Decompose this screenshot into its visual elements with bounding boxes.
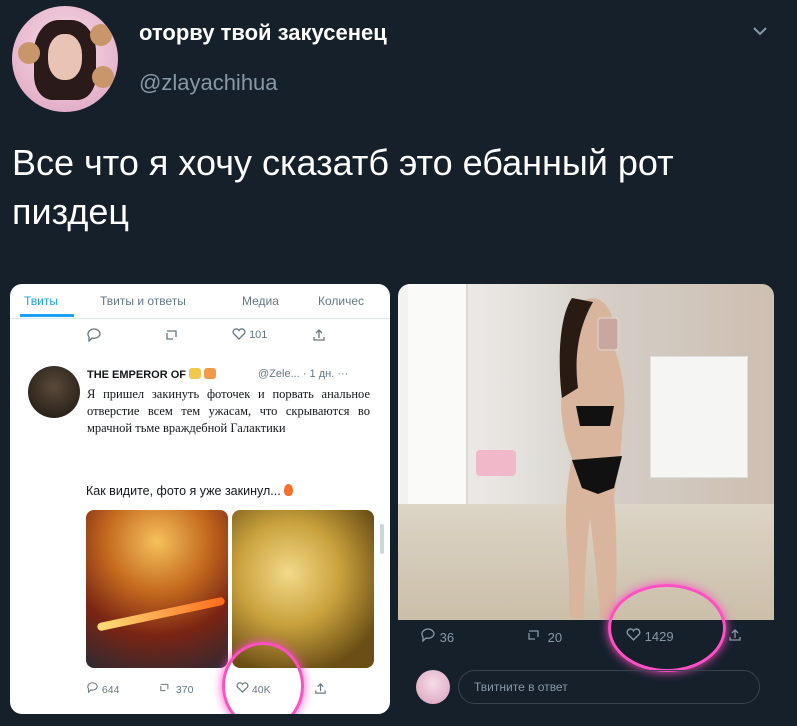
retweet-icon — [528, 630, 539, 640]
reply-placeholder: Твитните в ответ — [474, 680, 568, 694]
sticker-icon — [90, 24, 112, 46]
chevron-down-icon[interactable] — [751, 22, 769, 40]
reply-icon[interactable] — [86, 328, 102, 342]
sticker-icon — [18, 42, 40, 64]
embedded-time[interactable]: · 1 дн. — [303, 368, 334, 380]
reply-count: 36 — [439, 630, 455, 645]
tweet-text: Все что я хочу сказатб это ебанный рот п… — [12, 142, 674, 232]
tab-tweets[interactable]: Твиты — [24, 294, 58, 308]
share-icon[interactable] — [314, 682, 327, 695]
retweet-count: 370 — [175, 684, 194, 696]
profile-tabs: Твиты Твиты и ответы Медиа Количес — [10, 284, 390, 319]
share-icon[interactable] — [728, 628, 742, 642]
embedded-author-name[interactable]: THE EMPEROR OF — [87, 368, 217, 381]
embedded-caption: Как видите, фото я уже закинул... — [86, 484, 294, 498]
tab-likes[interactable]: Количес — [318, 294, 364, 308]
reply-icon — [421, 628, 435, 643]
like-button[interactable]: 101 — [232, 328, 267, 343]
highlight-circle — [608, 584, 726, 672]
sticker-icon — [92, 66, 114, 88]
tab-tweets-replies[interactable]: Твиты и ответы — [100, 294, 186, 308]
retweet-button[interactable]: 370 — [158, 682, 193, 696]
retweet-icon[interactable] — [164, 328, 182, 342]
fire-icon — [284, 484, 294, 496]
embedded-tweet-body: Я пришел закинуть фоточек и порвать анал… — [87, 387, 370, 435]
heart-icon — [232, 328, 246, 340]
sword-shape — [96, 596, 226, 632]
mirror-selfie-photo[interactable] — [398, 284, 774, 620]
emperor-avatar[interactable] — [28, 366, 80, 418]
tab-underline — [20, 314, 74, 317]
reply-button[interactable]: 36 — [420, 628, 454, 645]
right-screenshot[interactable]: 36 20 1429 Твитните в ответ — [398, 284, 774, 714]
author-handle[interactable]: @zlayachihua — [139, 70, 278, 96]
dresser-shape — [650, 356, 748, 478]
emoji-icon — [204, 368, 217, 379]
embedded-handle[interactable]: @Zele... — [258, 368, 300, 380]
avatar-face — [48, 34, 82, 80]
retweet-count: 20 — [547, 630, 563, 645]
emoji-icon — [189, 368, 202, 379]
retweet-button[interactable]: 20 — [526, 628, 562, 645]
reply-avatar[interactable] — [416, 670, 450, 704]
author-display-name[interactable]: оторву твой закусенец — [139, 20, 387, 46]
reply-button[interactable]: 644 — [86, 682, 119, 696]
retweet-icon — [160, 683, 169, 692]
author-avatar[interactable] — [12, 6, 118, 112]
left-screenshot[interactable]: Твиты Твиты и ответы Медиа Количес 101 T… — [10, 284, 390, 714]
share-icon[interactable] — [312, 328, 326, 342]
reply-count: 644 — [101, 684, 120, 696]
embedded-meta: @Zele... · 1 дн. ··· — [258, 368, 348, 380]
reply-icon — [87, 682, 98, 694]
tab-media[interactable]: Медиа — [242, 294, 279, 308]
bag-shape — [476, 450, 516, 476]
scrollbar[interactable] — [380, 524, 384, 554]
like-count: 101 — [249, 329, 268, 341]
embedded-image-1[interactable] — [86, 510, 228, 668]
person-silhouette — [559, 298, 625, 618]
more-icon[interactable]: ··· — [337, 368, 348, 380]
